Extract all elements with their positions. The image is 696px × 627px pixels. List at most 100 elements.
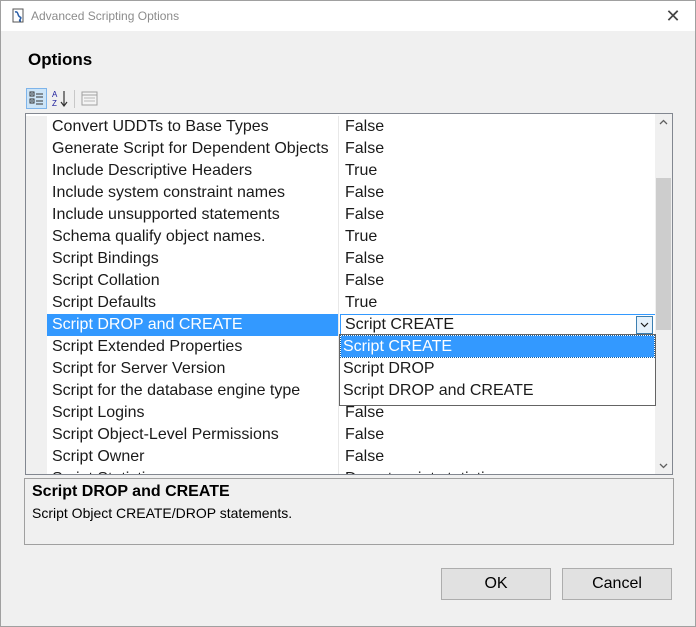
chevron-down-icon — [659, 463, 668, 469]
property-name[interactable]: Script Object-Level Permissions — [47, 424, 339, 446]
scroll-down-button[interactable] — [655, 457, 672, 474]
alphabetical-sort-icon: A Z — [52, 90, 68, 108]
property-value-text: False — [345, 448, 385, 465]
property-value[interactable]: False — [340, 182, 656, 204]
dropdown-option[interactable]: Script DROP and CREATE — [341, 380, 654, 401]
property-value-text: True — [345, 162, 378, 179]
alphabetical-sort-button[interactable]: A Z — [50, 88, 71, 109]
row-margin — [26, 402, 47, 424]
row-margin — [26, 424, 47, 446]
property-name[interactable]: Script Bindings — [47, 248, 339, 270]
row-margin — [26, 116, 47, 138]
property-value[interactable]: True — [340, 226, 656, 248]
title-bar: Advanced Scripting Options ✕ — [1, 1, 695, 31]
property-row[interactable]: Script DROP and CREATE Script CREATE — [26, 314, 656, 336]
description-title: Script DROP and CREATE — [32, 483, 230, 500]
property-row[interactable]: Script Object-Level Permissions False — [26, 424, 656, 446]
close-button[interactable]: ✕ — [651, 1, 695, 31]
property-row[interactable]: Script Defaults True — [26, 292, 656, 314]
property-value[interactable]: False — [340, 138, 656, 160]
property-value-text: False — [345, 118, 385, 135]
property-row[interactable]: Include system constraint names False — [26, 182, 656, 204]
property-row[interactable]: Script Statistics Do not script statistic… — [26, 468, 656, 474]
property-name[interactable]: Script Collation — [47, 270, 339, 292]
description-panel: Script DROP and CREATE Script Object CRE… — [24, 478, 674, 545]
row-margin — [26, 314, 47, 336]
property-grid-rows: Convert UDDTs to Base Types False Generate… — [26, 116, 656, 474]
property-grid: Convert UDDTs to Base Types False Generate… — [25, 113, 673, 475]
window-title: Advanced Scripting Options — [31, 9, 180, 23]
property-name[interactable]: Script Statistics — [47, 468, 339, 474]
property-name[interactable]: Convert UDDTs to Base Types — [47, 116, 339, 138]
ok-button[interactable]: OK — [441, 568, 551, 600]
chevron-down-icon — [640, 322, 649, 328]
scroll-up-button[interactable] — [655, 114, 672, 131]
property-name[interactable]: Script Defaults — [47, 292, 339, 314]
property-value-text: True — [345, 228, 378, 245]
row-margin — [26, 358, 47, 380]
script-options-icon — [10, 8, 26, 24]
scrollbar-thumb[interactable] — [656, 178, 671, 330]
property-name[interactable]: Include Descriptive Headers — [47, 160, 339, 182]
property-value-text: Do not script statistics — [345, 470, 501, 474]
close-icon: ✕ — [665, 6, 681, 26]
row-margin — [26, 446, 47, 468]
property-name[interactable]: Script Logins — [47, 402, 339, 424]
property-value-text: False — [345, 206, 385, 223]
property-name[interactable]: Schema qualify object names. — [47, 226, 339, 248]
value-dropdown-list[interactable]: Script CREATE Script DROP Script DROP and … — [339, 334, 656, 406]
options-heading: Options — [28, 50, 93, 69]
property-name[interactable]: Include system constraint names — [47, 182, 339, 204]
dropdown-button[interactable] — [636, 316, 653, 334]
description-text: Script Object CREATE/DROP statements. — [32, 505, 293, 521]
property-value[interactable]: False — [340, 446, 656, 468]
property-name[interactable]: Script for the database engine type — [47, 380, 339, 402]
chevron-up-icon — [659, 119, 668, 125]
property-name[interactable]: Include unsupported statements — [47, 204, 339, 226]
property-row[interactable]: Generate Script for Dependent Objects Fal… — [26, 138, 656, 160]
property-name[interactable]: Script DROP and CREATE — [47, 314, 339, 336]
categorized-view-icon — [29, 91, 43, 105]
property-name[interactable]: Script Extended Properties — [47, 336, 339, 358]
property-row[interactable]: Schema qualify object names. True — [26, 226, 656, 248]
cancel-button[interactable]: Cancel — [562, 568, 672, 600]
property-value[interactable]: False — [340, 424, 656, 446]
property-value-text: True — [345, 294, 378, 311]
svg-text:Z: Z — [52, 99, 57, 108]
property-value[interactable]: False — [340, 248, 656, 270]
property-name[interactable]: Script Owner — [47, 446, 339, 468]
dialog-window: Advanced Scripting Options ✕ Options A Z — [0, 0, 696, 627]
property-value[interactable]: False — [340, 204, 656, 226]
property-value[interactable]: False — [340, 270, 656, 292]
row-margin — [26, 160, 47, 182]
row-margin — [26, 204, 47, 226]
property-row[interactable]: Script Owner False — [26, 446, 656, 468]
row-margin — [26, 270, 47, 292]
dropdown-option[interactable]: Script DROP — [341, 358, 654, 379]
property-name[interactable]: Script for Server Version — [47, 358, 339, 380]
property-row[interactable]: Script Collation False — [26, 270, 656, 292]
row-margin — [26, 336, 47, 358]
categorized-view-button[interactable] — [26, 88, 47, 109]
property-pages-icon — [81, 91, 98, 106]
property-row[interactable]: Include Descriptive Headers True — [26, 160, 656, 182]
property-row[interactable]: Script Bindings False — [26, 248, 656, 270]
property-value-combobox[interactable]: Script CREATE — [340, 314, 656, 336]
vertical-scrollbar[interactable] — [655, 114, 672, 474]
toolbar-separator — [74, 90, 75, 108]
property-pages-button[interactable] — [79, 88, 100, 109]
property-value-text: False — [345, 272, 385, 289]
property-row[interactable]: Convert UDDTs to Base Types False — [26, 116, 656, 138]
property-value[interactable]: Do not script statistics — [340, 468, 656, 474]
row-margin — [26, 138, 47, 160]
property-row[interactable]: Include unsupported statements False — [26, 204, 656, 226]
svg-text:A: A — [52, 90, 58, 99]
property-value-text: False — [345, 184, 385, 201]
property-value-text: Script CREATE — [345, 316, 455, 333]
property-value[interactable]: True — [340, 292, 656, 314]
property-value[interactable]: False — [340, 116, 656, 138]
property-name[interactable]: Generate Script for Dependent Objects — [47, 138, 339, 160]
property-value[interactable]: True — [340, 160, 656, 182]
property-value-text: False — [345, 404, 385, 421]
dropdown-option[interactable]: Script CREATE — [340, 335, 655, 358]
